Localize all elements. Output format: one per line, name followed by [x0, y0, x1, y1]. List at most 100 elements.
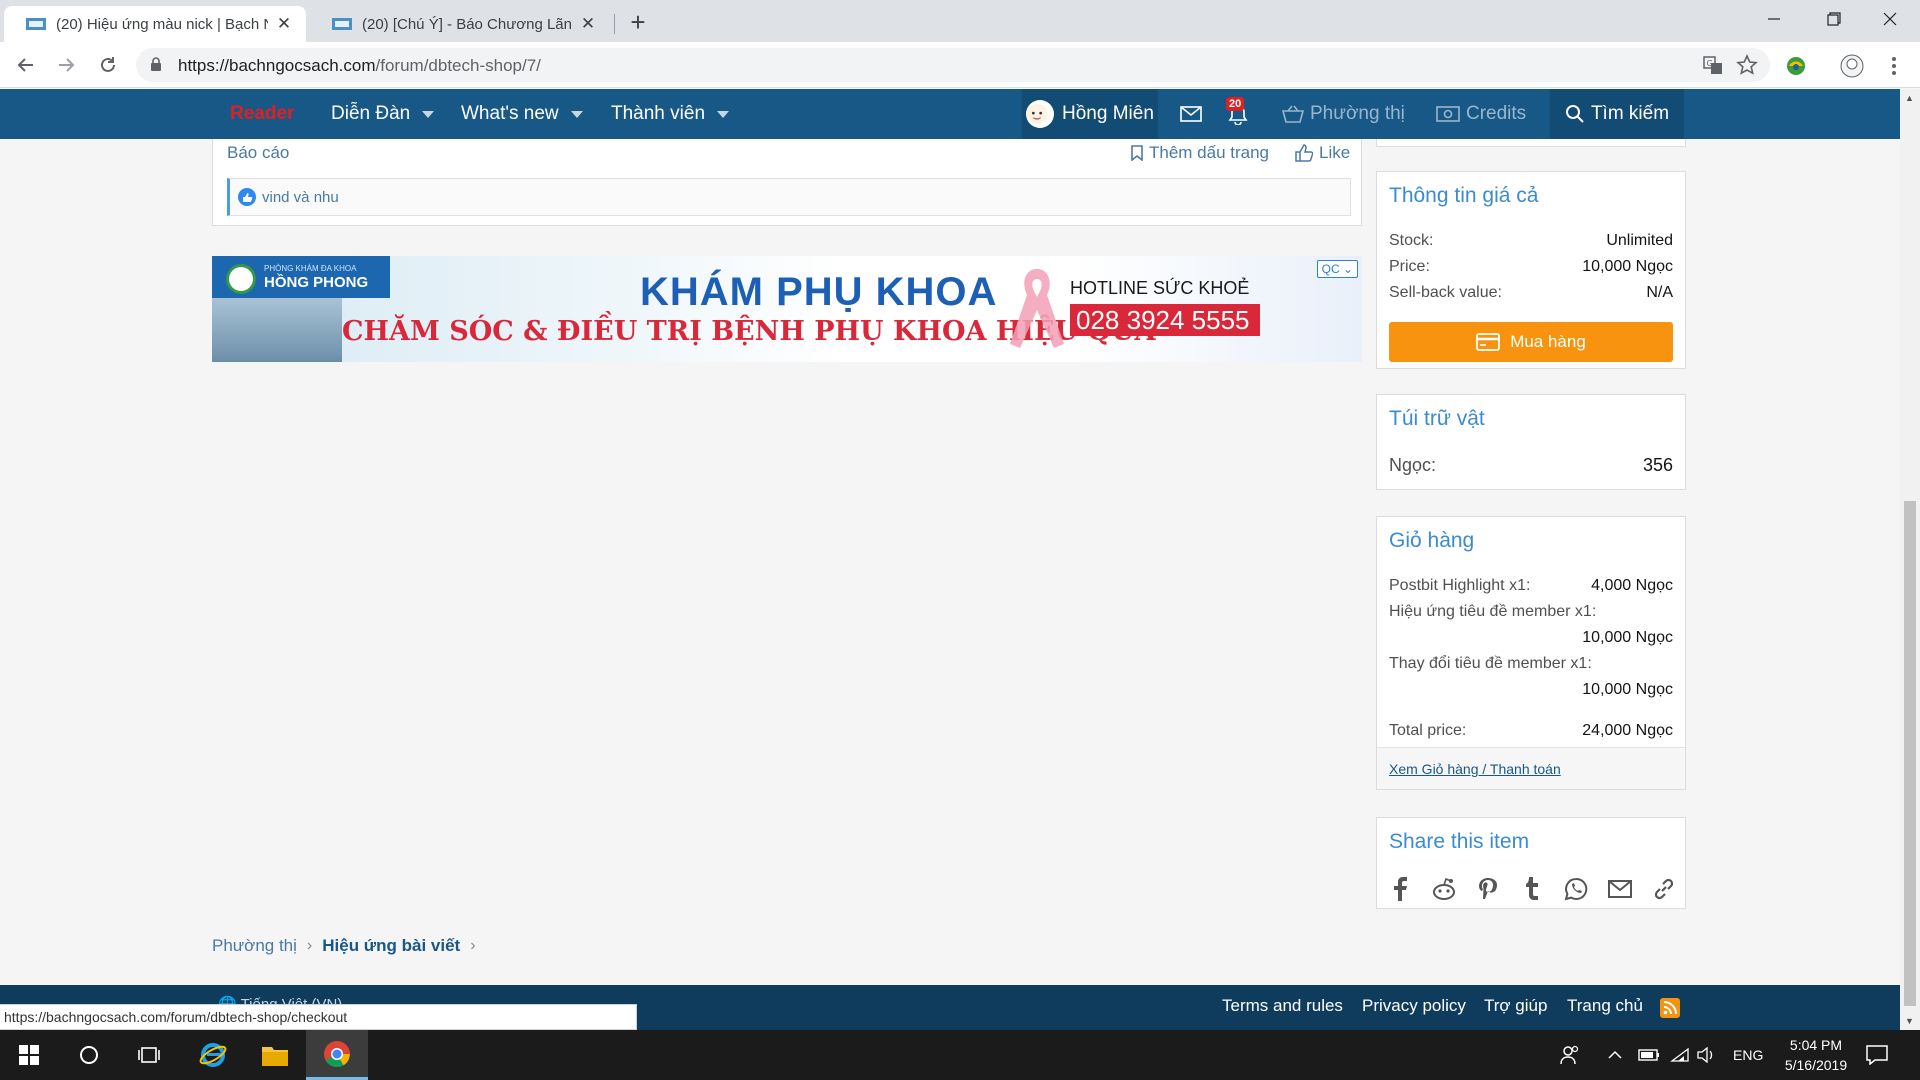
action-center-icon[interactable] — [1866, 1030, 1888, 1080]
reactions-users[interactable]: vind và nhu — [262, 189, 339, 206]
row-label: Thay đổi tiêu đề member x1: — [1389, 655, 1592, 672]
caret-down-icon[interactable] — [422, 110, 435, 118]
cart-item-row: Postbit Highlight x1: 4,000 Ngọc — [1389, 577, 1673, 595]
nav-shop[interactable]: Phường thị — [1282, 89, 1405, 139]
lock-icon — [151, 57, 161, 71]
block-title: Túi trữ vật — [1389, 407, 1485, 430]
nav-members[interactable]: Thành viên — [611, 89, 730, 139]
nav-whats-new[interactable]: What's new — [461, 89, 583, 139]
inbox-button[interactable] — [1180, 89, 1208, 139]
reload-button[interactable] — [94, 51, 122, 79]
report-link[interactable]: Báo cáo — [227, 143, 289, 163]
row-value: 10,000 Ngọc — [1582, 681, 1673, 698]
scroll-down-icon[interactable]: ▼ — [1905, 1016, 1914, 1026]
system-clock[interactable]: 5:04 PM 5/16/2019 — [1772, 1030, 1860, 1080]
address-bar[interactable]: https://bachngocsach.com/forum/dbtech-sh… — [136, 48, 1770, 82]
profile-avatar-icon[interactable] — [1838, 52, 1866, 80]
row-value: 4,000 Ngọc — [1591, 577, 1673, 594]
whatsapp-icon[interactable] — [1563, 876, 1589, 902]
terms-link[interactable]: Terms and rules — [1222, 996, 1343, 1016]
scrollbar-thumb[interactable] — [1904, 501, 1916, 1006]
tab-active[interactable]: (20) Hiệu ứng màu nick | Bạch Ngọc Sách … — [4, 6, 306, 42]
caret-down-icon[interactable] — [717, 110, 730, 118]
extension-icon[interactable] — [1782, 52, 1810, 80]
status-bar-url: https://bachngocsach.com/forum/dbtech-sh… — [0, 1004, 637, 1030]
ad-building-image — [212, 298, 342, 362]
breadcrumb: Phường thị › Hiệu ứng bài viết › — [212, 936, 486, 956]
rss-icon[interactable] — [1660, 998, 1680, 1018]
chrome-button[interactable] — [306, 1030, 368, 1080]
buy-button-label: Mua hàng — [1510, 332, 1586, 351]
row-label: Hiệu ứng tiêu đề member x1: — [1389, 603, 1597, 620]
privacy-link[interactable]: Privacy policy — [1362, 996, 1466, 1016]
volume-icon[interactable] — [1696, 1030, 1716, 1080]
minimize-button[interactable] — [1746, 0, 1802, 38]
cart-footer: Xem Giỏ hàng / Thanh toán — [1377, 747, 1685, 789]
close-tab-icon[interactable]: ✕ — [276, 14, 292, 33]
user-account-menu[interactable]: Hồng Miên — [1022, 89, 1158, 139]
tab-inactive[interactable]: (20) [Chú Ý] - Báo Chương Lãnh Lược ✕ — [310, 6, 610, 42]
chevron-right-icon: › — [470, 937, 476, 954]
sellback-row: Sell-back value: N/A — [1389, 284, 1673, 302]
home-link[interactable]: Trang chủ — [1567, 996, 1643, 1016]
block-title: Thông tin giá cả — [1389, 184, 1539, 207]
search-icon — [1565, 105, 1584, 123]
nav-whats-new-label: What's new — [461, 103, 559, 124]
view-cart-link[interactable]: Xem Giỏ hàng / Thanh toán — [1389, 761, 1561, 777]
task-view-button[interactable] — [120, 1030, 178, 1080]
restore-button[interactable] — [1806, 0, 1862, 38]
facebook-icon[interactable] — [1387, 876, 1413, 902]
row-label: Total price: — [1389, 722, 1467, 739]
breadcrumb-item[interactable]: Phường thị — [212, 936, 297, 956]
buy-button[interactable]: Mua hàng — [1389, 322, 1673, 362]
page-scrollbar[interactable]: ▲ ▼ — [1900, 89, 1920, 1030]
windows-start-button[interactable] — [0, 1030, 58, 1080]
close-tab-icon[interactable]: ✕ — [580, 14, 596, 33]
forward-button[interactable] — [52, 51, 80, 79]
reddit-icon[interactable] — [1431, 876, 1457, 902]
reactions-bar[interactable]: vind và nhu — [227, 178, 1351, 216]
help-link[interactable]: Trợ giúp — [1484, 996, 1547, 1016]
reload-icon — [101, 57, 115, 72]
translate-icon[interactable]: G — [1702, 54, 1724, 76]
cortana-search-button[interactable] — [60, 1030, 118, 1080]
bookmark-link[interactable]: Thêm dấu trang — [1131, 143, 1269, 163]
row-value: 356 — [1642, 455, 1673, 475]
tumblr-icon[interactable] — [1519, 876, 1545, 902]
alerts-button[interactable]: 20 — [1226, 89, 1254, 139]
advertisement-banner[interactable]: PHÒNG KHÁM ĐA KHOA HỒNG PHONG KHÁM PHỤ K… — [212, 256, 1362, 362]
wifi-icon[interactable] — [1670, 1030, 1690, 1080]
file-explorer-button[interactable] — [246, 1030, 304, 1080]
back-button[interactable] — [12, 51, 40, 79]
row-value: N/A — [1646, 284, 1673, 301]
more-menu-icon[interactable] — [1880, 52, 1908, 80]
ad-choices-badge[interactable]: QC ⌄ — [1316, 260, 1358, 278]
chevron-up-icon[interactable] — [1608, 1030, 1622, 1080]
arrow-left-icon — [17, 58, 33, 72]
input-language[interactable]: ENG — [1733, 1030, 1763, 1080]
scroll-up-icon[interactable]: ▲ — [1905, 93, 1914, 103]
bookmark-star-icon[interactable] — [1736, 54, 1758, 76]
nav-credits[interactable]: Credits — [1436, 89, 1526, 139]
new-tab-button[interactable]: + — [624, 7, 652, 37]
thumbs-up-icon — [1295, 144, 1313, 162]
close-window-button[interactable] — [1862, 0, 1918, 38]
people-icon[interactable] — [1560, 1030, 1580, 1080]
like-button[interactable]: Like — [1295, 143, 1350, 163]
caret-down-icon[interactable] — [570, 110, 583, 118]
row-value: 10,000 Ngọc — [1582, 629, 1673, 646]
tab-title: (20) [Chú Ý] - Báo Chương Lãnh Lược — [362, 15, 572, 33]
nav-forums[interactable]: Diễn Đàn — [331, 89, 435, 139]
folder-icon — [262, 1047, 288, 1066]
nav-shop-label: Phường thị — [1310, 103, 1405, 124]
pinterest-icon[interactable] — [1475, 876, 1501, 902]
cart-total-row: Total price: 24,000 Ngọc — [1389, 722, 1673, 740]
nav-reader[interactable]: Reader — [230, 89, 294, 139]
nav-search[interactable]: Tìm kiếm — [1550, 89, 1684, 139]
link-icon[interactable] — [1651, 876, 1677, 902]
internet-explorer-button[interactable] — [184, 1030, 242, 1080]
email-icon[interactable] — [1607, 876, 1633, 902]
browser-tab-strip: (20) Hiệu ứng màu nick | Bạch Ngọc Sách … — [0, 0, 1920, 42]
breadcrumb-item[interactable]: Hiệu ứng bài viết — [322, 936, 460, 956]
battery-icon[interactable] — [1638, 1030, 1660, 1080]
